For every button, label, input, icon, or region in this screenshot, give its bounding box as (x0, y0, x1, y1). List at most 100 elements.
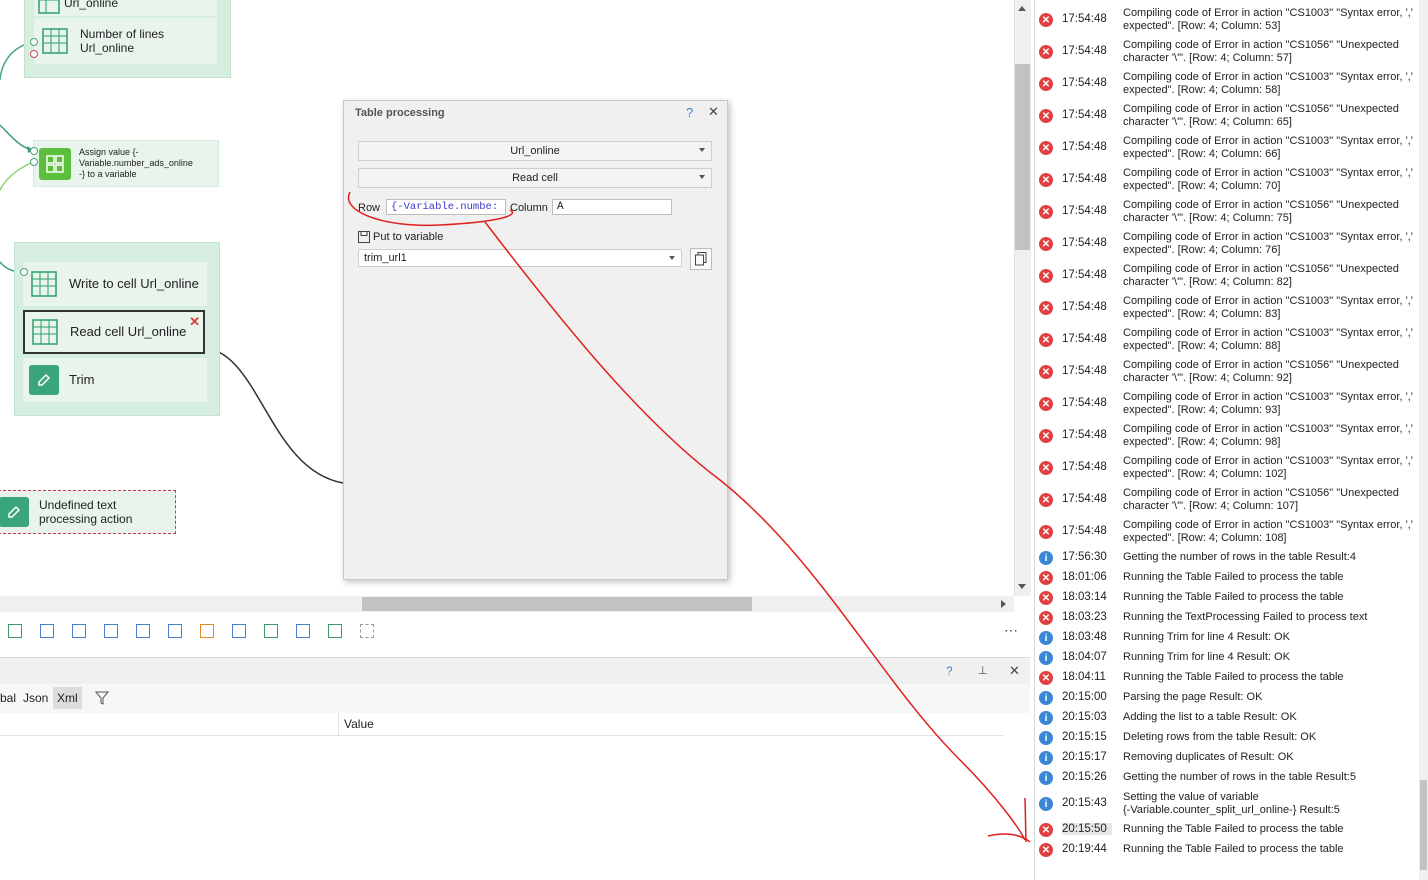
canvas-vertical-scrollbar[interactable] (1014, 0, 1031, 596)
put-to-variable-label: Put to variable (373, 231, 444, 243)
scroll-thumb[interactable] (362, 597, 752, 611)
input-pin[interactable] (30, 147, 38, 155)
list-action-icon[interactable] (104, 624, 118, 638)
action-node-url-online[interactable]: Url_online (34, 0, 217, 16)
node-label: Undefined text processing action (39, 498, 133, 526)
column-field[interactable]: A (552, 199, 672, 215)
table-select[interactable]: Url_online (358, 141, 712, 161)
log-row[interactable]: ✕ 17:54:48 Compiling code of Error in acti… (1035, 292, 1427, 324)
list-action-icon[interactable] (136, 624, 150, 638)
table-icon (40, 26, 70, 56)
error-pin[interactable] (30, 50, 38, 58)
dialog-title: Table processing (355, 107, 445, 119)
tab-json[interactable]: Json (23, 691, 48, 705)
log-row[interactable]: ✕ 17:54:48 Compiling code of Error in acti… (1035, 68, 1427, 100)
log-time: 20:15:00 (1062, 691, 1107, 703)
dialog-titlebar[interactable]: Table processing ? ✕ (344, 101, 727, 125)
table-header: Value (0, 713, 1004, 736)
log-row[interactable]: i 20:15:17 Removing duplicates of Result: … (1035, 748, 1427, 768)
error-status-icon: ✕ (1039, 397, 1053, 411)
close-icon[interactable]: ✕ (1009, 663, 1020, 679)
log-row[interactable]: ✕ 17:54:48 Compiling code of Error in acti… (1035, 452, 1427, 484)
list-action-icon[interactable] (296, 624, 310, 638)
log-row[interactable]: ✕ 17:54:48 Compiling code of Error in acti… (1035, 132, 1427, 164)
log-row[interactable]: ✕ 20:19:44 Running the Table Failed to pro… (1035, 840, 1427, 860)
log-row[interactable]: ✕ 20:15:50 Running the Table Failed to pro… (1035, 820, 1427, 840)
text-action-icon[interactable] (200, 624, 214, 638)
copy-button[interactable] (690, 248, 712, 270)
log-row[interactable]: ✕ 17:54:48 Compiling code of Error in acti… (1035, 420, 1427, 452)
log-row[interactable]: ✕ 17:54:48 Compiling code of Error in acti… (1035, 164, 1427, 196)
table-action-icon[interactable] (328, 624, 342, 638)
list-action-icon[interactable] (168, 624, 182, 638)
log-row[interactable]: ✕ 17:54:48 Compiling code of Error in acti… (1035, 324, 1427, 356)
scroll-thumb[interactable] (1015, 64, 1030, 250)
add-action-icon[interactable] (360, 624, 374, 638)
table-action-icon[interactable] (264, 624, 278, 638)
output-pin[interactable] (30, 158, 38, 166)
log-time: 17:54:48 (1062, 237, 1107, 249)
canvas-horizontal-scrollbar[interactable] (0, 596, 1014, 612)
scroll-up-icon[interactable] (1018, 6, 1026, 11)
input-pin[interactable] (30, 38, 38, 46)
list-action-icon[interactable] (232, 624, 246, 638)
log-row[interactable]: i 20:15:03 Adding the list to a table Resu… (1035, 708, 1427, 728)
action-node-write-to-cell[interactable]: Write to cell Url_online (23, 262, 207, 306)
action-select[interactable]: Read cell (358, 168, 712, 188)
log-row[interactable]: ✕ 17:54:48 Compiling code of Error in acti… (1035, 196, 1427, 228)
variable-select[interactable]: trim_url1 (358, 249, 682, 267)
log-row[interactable]: ✕ 17:54:48 Compiling code of Error in acti… (1035, 356, 1427, 388)
log-row[interactable]: ✕ 17:54:48 Compiling code of Error in acti… (1035, 36, 1427, 68)
list-action-icon[interactable] (72, 624, 86, 638)
log-row[interactable]: ✕ 18:03:23 Running the TextProcessing Fail… (1035, 608, 1427, 628)
log-row[interactable]: i 18:03:48 Running Trim for line 4 Result:… (1035, 628, 1427, 648)
log-row[interactable]: i 18:04:07 Running Trim for line 4 Result:… (1035, 648, 1427, 668)
log-row[interactable]: ✕ 17:54:48 Compiling code of Error in acti… (1035, 388, 1427, 420)
log-row[interactable]: i 20:15:43 Setting the value of variable {… (1035, 788, 1427, 820)
action-node-assign-value[interactable]: Assign value {- Variable.number_ads_onli… (33, 140, 219, 187)
log-row[interactable]: i 20:15:00 Parsing the page Result: OK (1035, 688, 1427, 708)
list-action-icon[interactable] (40, 624, 54, 638)
log-time: 18:04:07 (1062, 651, 1107, 663)
pencil-icon (29, 365, 59, 395)
log-row[interactable]: ✕ 18:04:11 Running the Table Failed to pro… (1035, 668, 1427, 688)
scroll-down-icon[interactable] (1018, 584, 1026, 589)
help-icon[interactable]: ? (686, 105, 693, 120)
pin-icon[interactable]: ⊥ (978, 664, 988, 677)
tab-xml[interactable]: Xml (53, 687, 82, 709)
log-row[interactable]: ✕ 17:54:48 Compiling code of Error in acti… (1035, 100, 1427, 132)
delete-icon[interactable]: ✕ (189, 314, 200, 330)
help-icon[interactable]: ? (946, 664, 953, 678)
save-icon (358, 231, 370, 243)
log-row[interactable]: ✕ 17:54:48 Compiling code of Error in acti… (1035, 260, 1427, 292)
filter-icon[interactable] (95, 691, 109, 705)
action-node-trim[interactable]: Trim (23, 358, 207, 402)
log-row[interactable]: ✕ 18:03:14 Running the Table Failed to pro… (1035, 588, 1427, 608)
table-action-icon[interactable] (8, 624, 22, 638)
log-row[interactable]: ✕ 17:54:48 Compiling code of Error in acti… (1035, 484, 1427, 516)
action-node-read-cell[interactable]: Read cell Url_online ✕ (23, 310, 205, 354)
action-node-number-of-lines[interactable]: Number of lines Url_online (34, 18, 217, 64)
row-field[interactable]: {-Variable.numbe: (386, 199, 506, 215)
close-icon[interactable]: ✕ (708, 104, 719, 120)
log-row[interactable]: i 20:15:26 Getting the number of rows in t… (1035, 768, 1427, 788)
tab-global[interactable]: bal (0, 691, 16, 705)
more-icon[interactable]: ⋯ (1004, 622, 1018, 639)
action-select-value: Read cell (512, 172, 558, 184)
log-row[interactable]: i 20:15:15 Deleting rows from the table Re… (1035, 728, 1427, 748)
scroll-thumb[interactable] (1420, 780, 1427, 870)
log-message: Adding the list to a table Result: OK (1123, 711, 1297, 723)
error-status-icon: ✕ (1039, 461, 1053, 475)
log-time: 17:54:48 (1062, 429, 1107, 441)
action-node-undefined-text[interactable]: Undefined text processing action (0, 490, 176, 534)
log-row[interactable]: ✕ 17:54:48 Compiling code of Error in acti… (1035, 516, 1427, 548)
log-row[interactable]: ✕ 17:54:48 Compiling code of Error in acti… (1035, 228, 1427, 260)
log-row[interactable]: ✕ 17:54:48 Compiling code of Error in acti… (1035, 4, 1427, 36)
log-scrollbar[interactable] (1419, 0, 1428, 880)
input-pin[interactable] (20, 268, 28, 276)
log-row[interactable]: i 17:56:30 Getting the number of rows in t… (1035, 548, 1427, 568)
variable-grid-icon (39, 147, 71, 180)
log-row[interactable]: ✕ 18:01:06 Running the Table Failed to pro… (1035, 568, 1427, 588)
column-value[interactable]: Value (344, 717, 374, 731)
scroll-right-icon[interactable] (1001, 600, 1006, 608)
